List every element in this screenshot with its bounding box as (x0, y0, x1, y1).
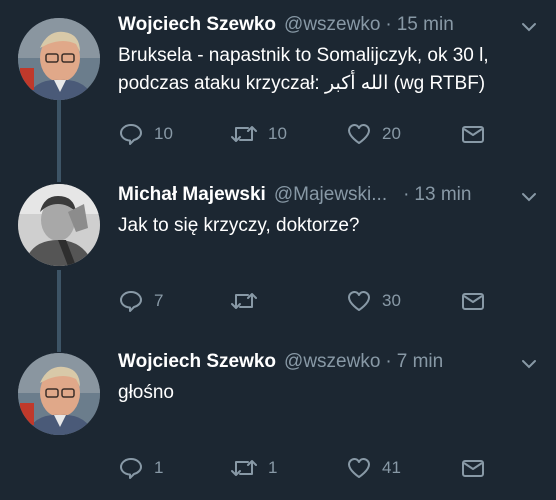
reply-button[interactable]: 7 (118, 288, 163, 314)
author-name[interactable]: Michał Majewski (118, 184, 266, 206)
timestamp[interactable]: 13 min (414, 184, 471, 206)
like-count: 41 (382, 458, 401, 477)
man-with-glasses-avatar-icon (18, 18, 100, 100)
reply-count: 10 (154, 124, 173, 143)
envelope-icon (462, 293, 484, 310)
tweet-actions: 10 10 20 (118, 121, 498, 147)
author-handle[interactable]: @wszewko (284, 351, 380, 373)
envelope-icon (462, 460, 484, 477)
retweet-button[interactable]: 1 (230, 455, 277, 481)
like-button[interactable]: 41 (346, 455, 401, 481)
direct-message-button[interactable] (460, 121, 486, 147)
tweet[interactable]: Wojciech Szewko @wszewko · 15 min Brukse… (0, 14, 556, 164)
reply-count: 1 (154, 458, 164, 477)
author-handle[interactable]: @wszewko (284, 14, 380, 36)
heart-icon (348, 458, 370, 478)
tweet-actions: 1 1 41 (118, 455, 498, 481)
separator: · (403, 184, 410, 205)
tweet-text: głośno (118, 382, 174, 403)
retweet-button[interactable]: 10 (230, 121, 287, 147)
man-black-and-white-avatar-icon (18, 184, 100, 266)
separator: · (385, 14, 392, 35)
author-name[interactable]: Wojciech Szewko (118, 351, 276, 373)
reply-count: 7 (154, 291, 164, 310)
timestamp[interactable]: 7 min (397, 351, 443, 373)
reply-icon (120, 458, 142, 479)
author-name[interactable]: Wojciech Szewko (118, 14, 276, 36)
direct-message-button[interactable] (460, 455, 486, 481)
tweet[interactable]: Michał Majewski @Majewski... · 13 min Ja… (0, 184, 556, 334)
direct-message-button[interactable] (460, 288, 486, 314)
avatar[interactable] (18, 184, 100, 266)
reply-icon (120, 291, 142, 312)
heart-icon (348, 291, 370, 311)
tweet-header: Michał Majewski @Majewski... · 13 min (118, 184, 471, 210)
retweet-icon (231, 460, 257, 476)
reply-icon (120, 124, 142, 145)
avatar[interactable] (18, 18, 100, 100)
timestamp[interactable]: 15 min (397, 14, 454, 36)
tweet-header: Wojciech Szewko @wszewko · 15 min (118, 14, 454, 40)
retweet-count: 10 (268, 124, 287, 143)
tweet-text: Jak to się krzyczy, doktorze? (118, 215, 360, 236)
tweet-actions: 7 30 (118, 288, 498, 314)
chevron-down-icon[interactable] (520, 355, 538, 373)
tweet-header: Wojciech Szewko @wszewko · 7 min (118, 351, 443, 377)
man-with-glasses-avatar-icon (18, 353, 100, 435)
chevron-down-icon[interactable] (520, 188, 538, 206)
tweet-thread: Wojciech Szewko @wszewko · 15 min Brukse… (0, 0, 556, 500)
like-count: 30 (382, 291, 401, 310)
envelope-icon (462, 126, 484, 143)
like-count: 20 (382, 124, 401, 143)
retweet-icon (231, 126, 257, 142)
reply-button[interactable]: 1 (118, 455, 163, 481)
separator: · (385, 351, 392, 372)
retweet-icon (231, 293, 257, 309)
avatar[interactable] (18, 353, 100, 435)
tweet[interactable]: Wojciech Szewko @wszewko · 7 min głośno … (0, 351, 556, 500)
heart-icon (348, 124, 370, 144)
author-handle[interactable]: @Majewski... (274, 184, 387, 206)
chevron-down-icon[interactable] (520, 18, 538, 36)
tweet-text: Bruksela - napastnik to Somalijczyk, ok … (118, 45, 489, 94)
retweet-count: 1 (268, 458, 278, 477)
like-button[interactable]: 30 (346, 288, 401, 314)
reply-button[interactable]: 10 (118, 121, 173, 147)
like-button[interactable]: 20 (346, 121, 401, 147)
retweet-button[interactable] (230, 288, 268, 314)
